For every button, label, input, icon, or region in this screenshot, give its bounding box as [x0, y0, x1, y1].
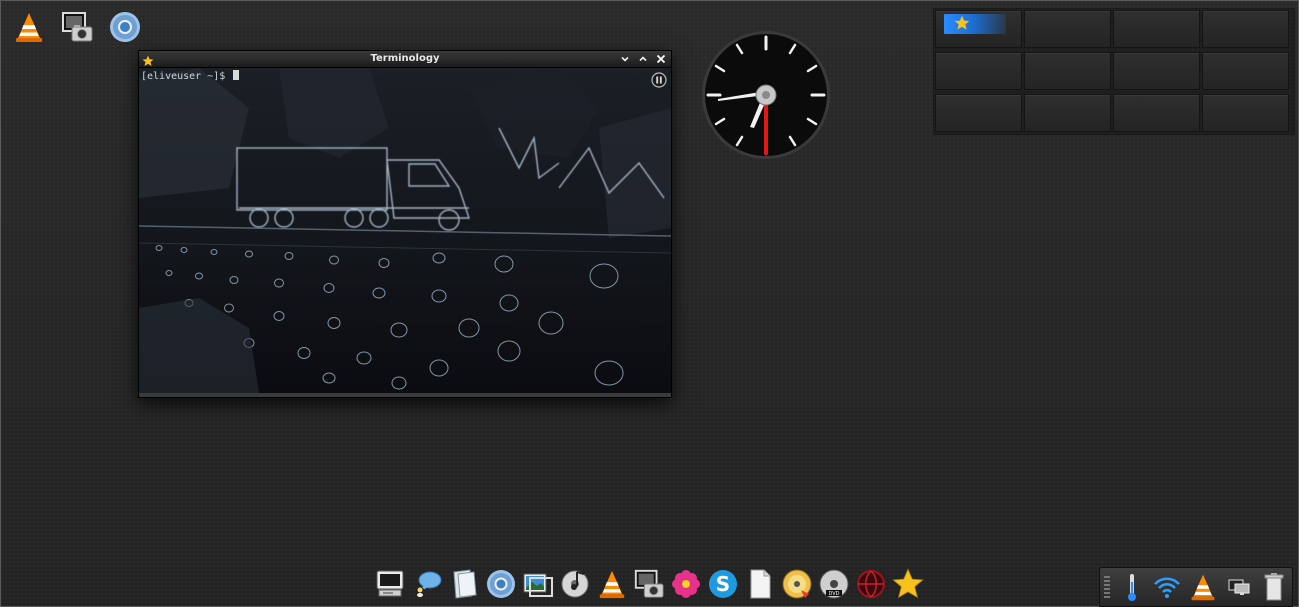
chromium-icon[interactable]	[106, 8, 144, 46]
messenger-icon[interactable]	[409, 564, 444, 604]
star-icon[interactable]	[890, 564, 925, 604]
pager-desk-1[interactable]	[935, 10, 1022, 48]
pager-desk-11[interactable]	[1113, 94, 1200, 132]
skype-icon[interactable]: S	[705, 564, 740, 604]
pager-desk-8[interactable]	[1202, 52, 1289, 90]
vlc-icon[interactable]	[1185, 570, 1221, 604]
svg-text:DVD: DVD	[828, 591, 839, 597]
close-icon[interactable]	[655, 53, 667, 65]
network-globe-icon[interactable]	[853, 564, 888, 604]
pager-desk-7[interactable]	[1113, 52, 1200, 90]
wifi-icon[interactable]	[1150, 570, 1186, 604]
temperature-icon[interactable]	[1114, 570, 1150, 604]
star-icon	[954, 15, 970, 35]
dvd-player-icon[interactable]: DVD	[816, 564, 851, 604]
pager-desk-12[interactable]	[1202, 94, 1289, 132]
window-title: Terminology	[370, 53, 440, 64]
desktop-pager[interactable]	[933, 8, 1295, 135]
pager-window-thumbnail[interactable]	[944, 14, 1006, 34]
terminal-cursor	[233, 70, 240, 80]
file-manager-icon[interactable]	[446, 564, 481, 604]
chevron-down-icon[interactable]	[619, 53, 631, 65]
app-dock: S DVD	[372, 563, 925, 605]
terminal-background-video	[139, 68, 671, 393]
terminal-prompt: [eliveuser ~]$	[141, 70, 240, 83]
pager-desk-6[interactable]	[1024, 52, 1111, 90]
screenshot-icon[interactable]	[631, 564, 666, 604]
display-icon[interactable]	[1221, 570, 1257, 604]
pager-desk-5[interactable]	[935, 52, 1022, 90]
window-titlebar[interactable]: Terminology	[139, 51, 671, 68]
document-icon[interactable]	[742, 564, 777, 604]
system-tray	[1099, 567, 1293, 607]
trash-icon[interactable]	[1256, 570, 1292, 604]
vlc-icon[interactable]	[10, 8, 48, 46]
maximize-icon[interactable]	[637, 53, 649, 65]
image-viewer-icon[interactable]	[520, 564, 555, 604]
pager-desk-9[interactable]	[935, 94, 1022, 132]
clock-gadget[interactable]	[698, 30, 834, 160]
pause-icon[interactable]	[651, 72, 667, 88]
chromium-icon[interactable]	[483, 564, 518, 604]
computer-icon[interactable]	[372, 564, 407, 604]
flower-icon[interactable]	[668, 564, 703, 604]
terminology-window[interactable]: Terminology [eliveuser ~]$	[138, 50, 672, 398]
desktop-icons	[10, 8, 144, 46]
tray-grip-handle[interactable]	[1104, 576, 1110, 598]
disc-burner-icon[interactable]	[779, 564, 814, 604]
pager-desk-2[interactable]	[1024, 10, 1111, 48]
pager-desk-4[interactable]	[1202, 10, 1289, 48]
vlc-icon[interactable]	[594, 564, 629, 604]
window-bottom-border	[139, 393, 671, 397]
screenshot-icon[interactable]	[58, 8, 96, 46]
svg-text:S: S	[715, 572, 729, 596]
terminal-area[interactable]: [eliveuser ~]$	[139, 68, 671, 393]
pager-desk-10[interactable]	[1024, 94, 1111, 132]
music-player-icon[interactable]	[557, 564, 592, 604]
pager-desk-3[interactable]	[1113, 10, 1200, 48]
